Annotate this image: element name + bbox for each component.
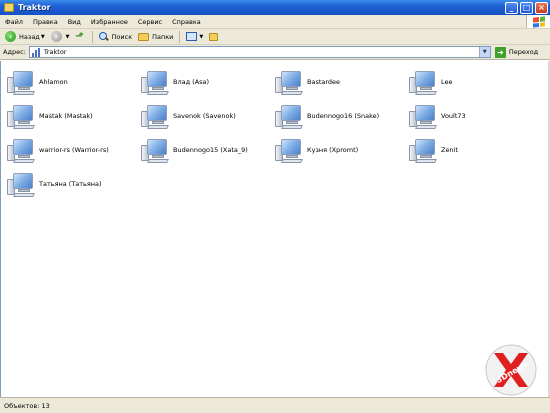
folders-button[interactable]: Папки [135,30,176,44]
computer-icon [141,136,170,164]
computer-icon [7,136,36,164]
toolbar-divider [179,30,181,43]
computer-icon [275,136,304,164]
views-icon [186,32,198,41]
address-label: Адрес: [3,48,26,56]
up-button[interactable]: ⬏ [73,30,89,44]
item-label: Budennogo15 (Xata_9) [173,146,248,154]
title-bar: Traktor _ □ × [0,0,550,15]
list-item[interactable]: Budennogo16 (Snake) [275,99,409,133]
computer-icon [7,68,36,96]
address-input[interactable]: Traktor ▼ [28,46,491,58]
folders-label: Папки [152,32,174,41]
list-item[interactable]: Savenok (Savenok) [141,99,275,133]
menu-edit[interactable]: Правка [28,18,63,26]
status-bar: Объектов: 13 [0,397,550,413]
item-label: Zenit [441,146,458,154]
list-item[interactable]: Bastardee [275,65,409,99]
computer-icon [275,102,304,130]
list-item[interactable]: Кузня (Xpromt) [275,133,409,167]
address-value: Traktor [43,48,67,56]
computer-icon [275,68,304,96]
views-button[interactable]: ▼ [183,30,206,44]
status-text: Объектов: 13 [4,401,50,410]
item-label: Savenok (Savenok) [173,112,236,120]
list-item[interactable]: Влад (Asa) [141,65,275,99]
go-button[interactable]: ➜ Переход [494,46,539,58]
item-label: Влад (Asa) [173,78,210,86]
list-item[interactable]: warrior-rs (Warrior-rs) [7,133,141,167]
computer-icon [409,136,438,164]
folder-up-icon: ⬏ [75,30,84,42]
network-icon [31,47,41,57]
windows-logo-icon [526,15,550,28]
toolbar: ‹ Назад ▼ › ▼ ⬏ Поиск Папки ▼ [0,29,550,45]
search-label: Поиск [111,32,133,41]
menu-favorites[interactable]: Избранное [86,18,133,26]
list-item[interactable]: Татьяна (Татьяна) [7,167,141,201]
list-item[interactable]: Ahlamon [7,65,141,99]
computer-icon [7,170,36,198]
item-label: Кузня (Xpromt) [307,146,359,154]
item-label: Lee [441,78,453,86]
search-icon [98,31,109,42]
close-button[interactable]: × [535,1,548,14]
back-arrow-icon: ‹ [5,31,16,42]
menu-bar: Файл Правка Вид Избранное Сервис Справка [0,15,550,29]
computer-list: Ahlamon Влад (Asa) Bastardee Lee Mastak … [7,65,543,201]
list-item[interactable]: Lee [409,65,543,99]
list-item[interactable]: Zenit [409,133,543,167]
menu-tools[interactable]: Сервис [133,18,167,26]
toolbar-divider [91,30,93,43]
menu-help[interactable]: Справка [167,18,206,26]
back-label: Назад [19,32,40,41]
window-title: Traktor [18,3,51,12]
item-label: warrior-rs (Warrior-rs) [39,146,109,154]
computer-icon [141,102,170,130]
maximize-button[interactable]: □ [520,1,533,14]
go-label: Переход [508,48,539,56]
back-button[interactable]: ‹ Назад ▼ [2,30,48,44]
computer-icon [7,102,36,130]
forward-button[interactable]: › ▼ [48,30,73,44]
menu-file[interactable]: Файл [0,18,28,26]
item-label: Ahlamon [39,78,68,86]
item-label: Mastak (Mastak) [39,112,93,120]
folder-icon [138,32,150,41]
list-item[interactable]: Budennogo15 (Xata_9) [141,133,275,167]
content-pane: Ahlamon Влад (Asa) Bastardee Lee Mastak … [0,61,550,397]
list-item[interactable]: Mastak (Mastak) [7,99,141,133]
list-item[interactable]: Voult73 [409,99,543,133]
chevron-down-icon[interactable]: ▼ [478,47,490,57]
item-label: Voult73 [441,112,466,120]
item-label: Bastardee [307,78,341,86]
folder-icon [4,3,14,12]
3dnews-logo-icon: 3Dnews [485,344,537,396]
forward-arrow-icon: › [50,31,62,42]
computer-icon [409,68,438,96]
computer-icon [409,102,438,130]
computer-icon [141,68,170,96]
item-label: Budennogo16 (Snake) [307,112,380,120]
address-bar: Адрес: Traktor ▼ ➜ Переход [0,45,550,60]
item-label: Татьяна (Татьяна) [39,180,102,188]
chevron-down-icon[interactable]: ▼ [199,34,203,40]
menu-view[interactable]: Вид [63,18,86,26]
minimize-button[interactable]: _ [505,1,518,14]
go-arrow-icon: ➜ [494,46,506,58]
chevron-down-icon[interactable]: ▼ [66,34,70,40]
search-button[interactable]: Поиск [96,30,136,44]
folder-sync-button[interactable] [206,30,224,44]
chevron-down-icon[interactable]: ▼ [41,34,45,40]
folder-sync-icon [209,32,219,41]
